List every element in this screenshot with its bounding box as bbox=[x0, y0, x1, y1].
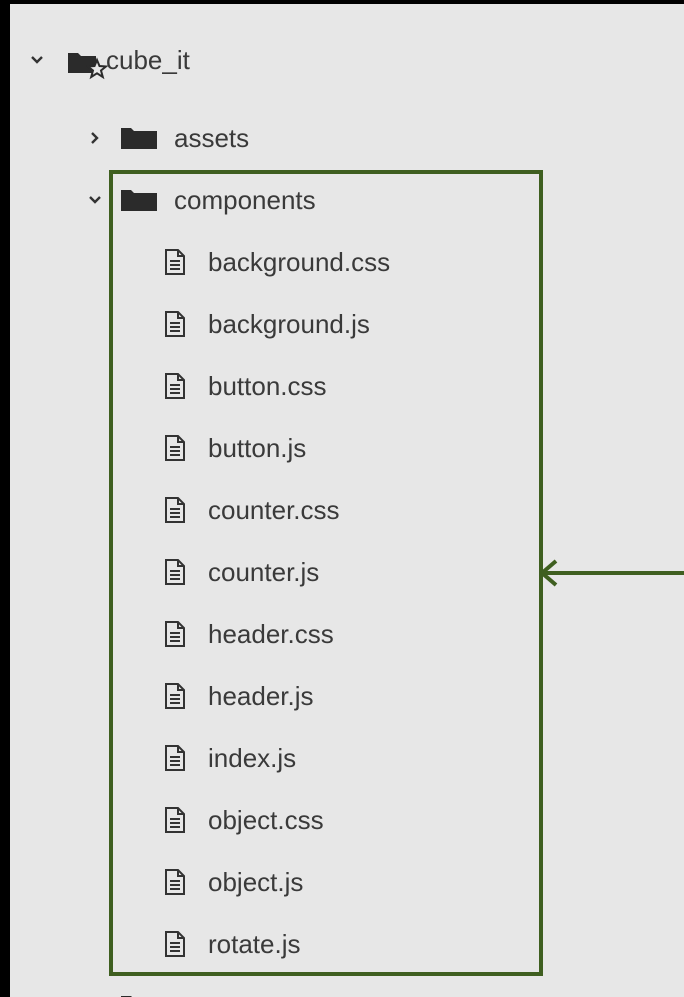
tree-item-cube-it[interactable]: cube_it bbox=[30, 36, 190, 84]
chevron-down-icon[interactable] bbox=[30, 53, 44, 67]
file-icon bbox=[164, 558, 186, 586]
file-icon bbox=[164, 620, 186, 648]
file-name: button.css bbox=[208, 370, 327, 401]
file-name: background.css bbox=[208, 246, 391, 277]
file-name: rotate.js bbox=[208, 928, 301, 959]
file-icon bbox=[164, 744, 186, 772]
tree-item-file[interactable]: rotate.js bbox=[164, 920, 301, 968]
file-name: object.js bbox=[208, 866, 304, 897]
tree-item-file[interactable]: button.js bbox=[164, 424, 306, 472]
tree-item-file[interactable]: counter.js bbox=[164, 548, 319, 596]
tree-item-file[interactable]: button.css bbox=[164, 362, 327, 410]
tree-item-label: assets bbox=[174, 122, 250, 153]
file-icon bbox=[164, 434, 186, 462]
tree-item-label: cube_it bbox=[106, 44, 190, 75]
tree-item-label: components bbox=[174, 184, 316, 215]
file-icon bbox=[164, 930, 186, 958]
arrow-left-icon bbox=[538, 559, 684, 587]
file-name: counter.js bbox=[208, 556, 320, 587]
file-name: background.js bbox=[208, 308, 370, 339]
file-name: button.js bbox=[208, 432, 307, 463]
file-icon bbox=[164, 496, 186, 524]
tree-item-assets[interactable]: assets bbox=[88, 114, 249, 162]
tree-item-file[interactable]: background.js bbox=[164, 300, 370, 348]
file-icon bbox=[164, 868, 186, 896]
file-tree-panel: cube_it assets components background.css bbox=[10, 4, 684, 997]
file-name: header.css bbox=[208, 618, 334, 649]
file-name: counter.css bbox=[208, 494, 340, 525]
tree-item-file[interactable]: index.js bbox=[164, 734, 296, 782]
file-icon bbox=[164, 806, 186, 834]
folder-star-icon bbox=[66, 47, 109, 80]
tree-item-file[interactable]: object.css bbox=[164, 796, 324, 844]
tree-item-file[interactable]: object.js bbox=[164, 858, 303, 906]
file-name: index.js bbox=[208, 742, 297, 773]
tree-item-file[interactable]: header.css bbox=[164, 610, 334, 658]
tree-item-partial bbox=[88, 982, 158, 997]
file-icon bbox=[164, 310, 186, 338]
chevron-down-icon[interactable] bbox=[88, 193, 102, 207]
file-icon bbox=[164, 682, 186, 710]
tree-item-components[interactable]: components bbox=[88, 176, 316, 224]
folder-icon bbox=[120, 993, 158, 997]
file-name: object.css bbox=[208, 804, 324, 835]
file-icon bbox=[164, 372, 186, 400]
tree-item-file[interactable]: header.js bbox=[164, 672, 314, 720]
file-name: header.js bbox=[208, 680, 314, 711]
tree-item-file[interactable]: counter.css bbox=[164, 486, 340, 534]
tree-item-file[interactable]: background.css bbox=[164, 238, 390, 286]
folder-icon bbox=[120, 187, 158, 213]
chevron-right-icon[interactable] bbox=[88, 131, 102, 145]
file-icon bbox=[164, 248, 186, 276]
folder-icon bbox=[120, 125, 158, 151]
